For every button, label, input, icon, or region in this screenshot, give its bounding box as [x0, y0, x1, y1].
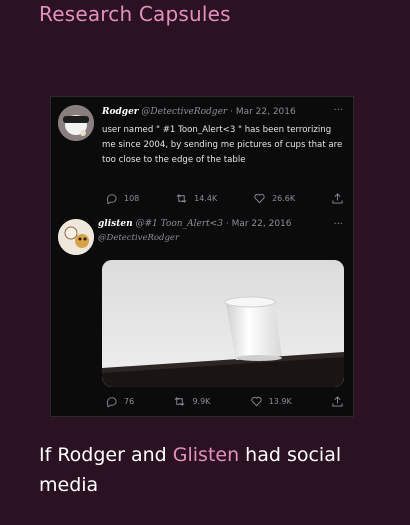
tweet-header: Rodger @DetectiveRodger · Mar 22, 2016 [102, 107, 296, 117]
reply-icon [106, 397, 117, 407]
reply-count: 108 [124, 194, 140, 203]
like-count: 13.9K [268, 397, 292, 406]
glisten-link[interactable]: Glisten [173, 444, 239, 466]
share-icon [332, 396, 343, 407]
retweet-button[interactable]: 9.9K [174, 396, 210, 407]
reply-to-handle[interactable]: @DetectiveRodger [98, 233, 179, 243]
tweet-screenshot-image: Rodger @DetectiveRodger · Mar 22, 2016 ·… [50, 96, 354, 417]
more-options-icon[interactable]: ··· [333, 105, 343, 116]
caption-text-before: If Rodger and [39, 444, 173, 466]
tweet-header: glisten @#1 Toon_Alert<3 · Mar 22, 2016 [98, 219, 292, 229]
tweet-text: user named " #1 Toon_Alert<3 " has been … [102, 125, 343, 165]
like-button[interactable]: 13.9K [251, 396, 292, 407]
tweet-glisten: glisten @#1 Toon_Alert<3 · Mar 22, 2016 … [51, 215, 353, 415]
tweet-rodger: Rodger @DetectiveRodger · Mar 22, 2016 ·… [51, 101, 353, 211]
share-button[interactable] [332, 396, 343, 407]
user-handle[interactable]: @#1 Toon_Alert<3 [136, 219, 223, 229]
tweet-date[interactable]: Mar 22, 2016 [236, 107, 296, 117]
reply-button[interactable]: 76 [106, 396, 134, 407]
retweet-icon [176, 194, 187, 203]
tweet-date[interactable]: Mar 22, 2016 [232, 219, 292, 229]
more-options-icon[interactable]: ··· [333, 219, 343, 230]
share-icon [332, 193, 343, 204]
heart-icon [251, 396, 262, 407]
tweet-actions: 76 9.9K 13.9K [106, 396, 343, 407]
share-button[interactable] [332, 193, 343, 204]
retweet-icon [175, 397, 185, 406]
reply-button[interactable]: 108 [106, 193, 139, 204]
reply-count: 76 [124, 397, 135, 406]
tweet-actions: 108 14.4K 26.6K [106, 193, 343, 204]
like-count: 26.6K [272, 194, 296, 203]
display-name[interactable]: Rodger [102, 107, 139, 117]
display-name[interactable]: glisten [98, 219, 133, 229]
reply-icon [106, 194, 117, 204]
tweet-photo-cup-on-edge[interactable] [102, 260, 344, 387]
rodger-avatar [58, 105, 94, 141]
retweet-count: 9.9K [192, 397, 211, 406]
retweet-button[interactable]: 14.4K [176, 193, 217, 204]
like-button[interactable]: 26.6K [254, 193, 295, 204]
page-heading: Research Capsules [39, 2, 231, 26]
retweet-count: 14.4K [194, 194, 218, 203]
glisten-avatar [58, 219, 94, 255]
user-handle[interactable]: @DetectiveRodger [141, 107, 227, 117]
post-caption: If Rodger and Glisten had social media [39, 440, 379, 500]
heart-icon [254, 193, 265, 204]
